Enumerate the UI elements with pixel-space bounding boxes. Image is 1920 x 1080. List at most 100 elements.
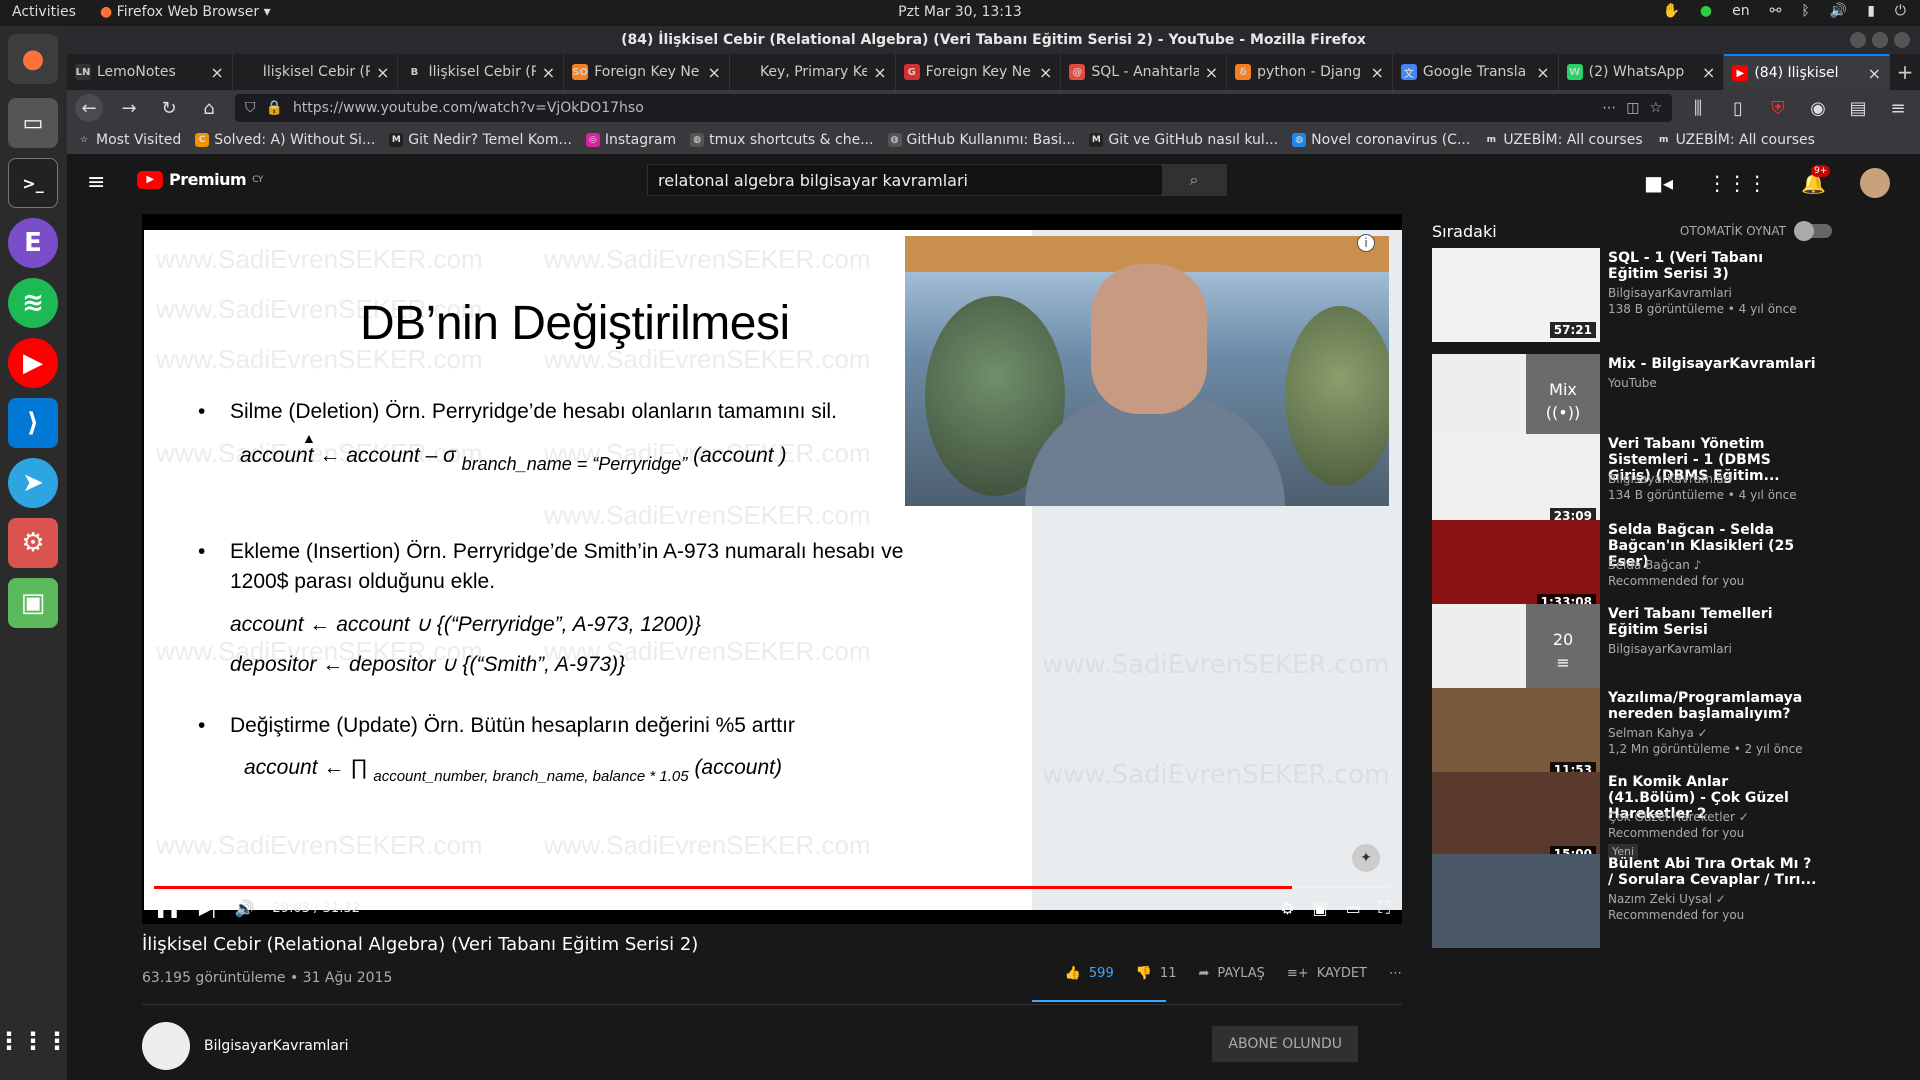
recommended-title[interactable]: Veri Tabanı Temelleri Eğitim Serisi: [1608, 606, 1818, 638]
video-thumbnail[interactable]: 23:09: [1432, 434, 1600, 528]
tab-close-icon[interactable]: ×: [1370, 63, 1383, 82]
clock[interactable]: Pzt Mar 30, 13:13: [0, 4, 1920, 20]
create-video-icon[interactable]: ■◂: [1644, 171, 1673, 195]
dislike-button[interactable]: 👎 11: [1136, 966, 1177, 981]
bookmark-item[interactable]: ☆ Most Visited: [77, 132, 181, 148]
firefox-launcher-icon[interactable]: ●: [8, 34, 58, 84]
recommended-title[interactable]: SQL - 1 (Veri Tabanı Eğitim Serisi 3): [1608, 250, 1818, 282]
show-apps-icon[interactable]: ⋮⋮⋮: [0, 1016, 69, 1066]
browser-tab[interactable]: B İlişkisel Cebir (R ×: [398, 54, 565, 90]
bookmark-item[interactable]: ◍ Novel coronavirus (C...: [1292, 132, 1470, 148]
pause-icon[interactable]: ❚❚: [154, 899, 181, 918]
recommended-video[interactable]: 23:09 Veri Tabanı Yönetim Sistemleri - 1 …: [1432, 434, 1832, 530]
bookmark-item[interactable]: M Git Nedir? Temel Kom...: [389, 132, 572, 148]
library-icon[interactable]: ⫼: [1684, 94, 1712, 122]
recommended-title[interactable]: Bülent Abi Tıra Ortak Mı ? / Sorulara Ce…: [1608, 856, 1818, 888]
back-button[interactable]: ←: [75, 94, 103, 122]
video-thumbnail[interactable]: 15:00: [1432, 772, 1600, 866]
recommended-video[interactable]: 11:53 Yazılıma/Programlamaya nereden başl…: [1432, 688, 1832, 784]
page-actions-icon[interactable]: ⋯: [1602, 100, 1616, 116]
vscode-launcher-icon[interactable]: ⟩: [8, 398, 58, 448]
bookmark-item[interactable]: ◍ GitHub Kullanımı: Basi...: [887, 132, 1075, 148]
volume-icon[interactable]: 🔊: [1830, 3, 1847, 19]
search-input[interactable]: [648, 165, 1162, 195]
tab-close-icon[interactable]: ×: [873, 63, 886, 82]
recommended-channel[interactable]: Selman Kahya ✓: [1608, 726, 1708, 740]
video-player[interactable]: www.SadiEvrenSEKER.com www.SadiEvrenSEKE…: [142, 214, 1402, 924]
home-button[interactable]: ⌂: [195, 94, 223, 122]
browser-tab[interactable]: @ SQL - Anahtarla ×: [1061, 54, 1228, 90]
new-tab-button[interactable]: +: [1890, 54, 1920, 90]
url-text[interactable]: https://www.youtube.com/watch?v=VjOkDO17…: [293, 100, 1592, 116]
next-icon[interactable]: ▶|: [199, 899, 217, 918]
bookmark-item[interactable]: m UZEBİM: All courses: [1656, 132, 1815, 148]
tab-close-icon[interactable]: ×: [708, 63, 721, 82]
channel-watermark-logo-icon[interactable]: ✦: [1352, 844, 1380, 872]
apps-grid-icon[interactable]: ⋮⋮⋮: [1707, 171, 1767, 195]
bookmark-item[interactable]: M Git ve GitHub nasıl kul...: [1089, 132, 1278, 148]
video-thumbnail[interactable]: 57:21: [1432, 248, 1600, 342]
fullscreen-icon[interactable]: ⛶: [1379, 898, 1390, 918]
browser-tab[interactable]: δ python - Djang ×: [1227, 54, 1393, 90]
activities-button[interactable]: Activities: [12, 4, 76, 20]
pocket-icon[interactable]: ◫: [1626, 100, 1639, 116]
tab-close-icon[interactable]: ×: [1039, 63, 1052, 82]
telegram-launcher-icon[interactable]: ➤: [8, 458, 58, 508]
video-thumbnail[interactable]: 11:53: [1432, 688, 1600, 782]
screenshot-launcher-icon[interactable]: ▣: [8, 578, 58, 628]
save-button[interactable]: ≡+ KAYDET: [1287, 966, 1367, 981]
tab-close-icon[interactable]: ×: [542, 63, 555, 82]
video-thumbnail[interactable]: 20 ≡: [1432, 604, 1600, 698]
browser-tab[interactable]: LN LemoNotes ×: [67, 54, 233, 90]
share-button[interactable]: ➦ PAYLAŞ: [1198, 966, 1264, 981]
shield-icon[interactable]: ⛉: [245, 100, 256, 116]
minimize-button[interactable]: [1850, 32, 1866, 48]
recommended-channel[interactable]: BilgisayarKavramlari: [1608, 642, 1732, 656]
youtube-launcher-icon[interactable]: ▶: [8, 338, 58, 388]
recommended-channel[interactable]: YouTube: [1608, 376, 1657, 390]
close-window-button[interactable]: [1894, 32, 1910, 48]
forward-button[interactable]: →: [115, 94, 143, 122]
recommended-title[interactable]: Yazılıma/Programlamaya nereden başlamalı…: [1608, 690, 1818, 722]
files-launcher-icon[interactable]: ▭: [8, 98, 58, 148]
browser-tab[interactable]: W (2) WhatsApp ×: [1559, 54, 1725, 90]
tab-close-icon[interactable]: ×: [1702, 63, 1715, 82]
recommended-channel[interactable]: Nazım Zeki Uysal ✓: [1608, 892, 1726, 906]
app-menu[interactable]: ● Firefox Web Browser ▾: [100, 4, 271, 20]
recommended-video[interactable]: 1:33:08 Selda Bağcan - Selda Bağcan'ın Kl…: [1432, 520, 1832, 616]
bookmark-item[interactable]: ◍ tmux shortcuts & che...: [690, 132, 874, 148]
browser-tab[interactable]: İlişkisel Cebir (Rela ×: [233, 54, 399, 90]
extension-icon[interactable]: ▤: [1844, 94, 1872, 122]
recommended-video[interactable]: Bülent Abi Tıra Ortak Mı ? / Sorulara Ce…: [1432, 854, 1832, 950]
search-button[interactable]: ⌕: [1162, 165, 1226, 195]
account-icon[interactable]: ◉: [1804, 94, 1832, 122]
tab-close-icon[interactable]: ×: [1868, 64, 1881, 83]
browser-tab[interactable]: G Foreign Key Ne ×: [896, 54, 1062, 90]
autoplay-toggle[interactable]: [1794, 221, 1832, 241]
progress-bar[interactable]: [154, 886, 1390, 889]
recommended-channel[interactable]: BilgisayarKavramlari: [1608, 472, 1732, 486]
tab-close-icon[interactable]: ×: [1205, 63, 1218, 82]
terminal-launcher-icon[interactable]: >_: [8, 158, 58, 208]
hamburger-menu-icon[interactable]: ≡: [87, 170, 105, 195]
status-icon[interactable]: ●: [1700, 3, 1712, 19]
tab-close-icon[interactable]: ×: [376, 63, 389, 82]
spotify-launcher-icon[interactable]: ≋: [8, 278, 58, 328]
tab-close-icon[interactable]: ×: [210, 63, 223, 82]
lock-icon[interactable]: 🔒: [266, 100, 283, 116]
menu-icon[interactable]: ≡: [1884, 94, 1912, 122]
bookmark-star-icon[interactable]: ☆: [1649, 100, 1662, 116]
reload-button[interactable]: ↻: [155, 94, 183, 122]
settings-gear-icon[interactable]: ⚙: [1280, 899, 1294, 918]
notifications-bell-icon[interactable]: 🔔 9+: [1801, 165, 1831, 195]
bookmark-item[interactable]: C Solved: A) Without Si...: [195, 132, 375, 148]
volume-icon[interactable]: 🔊: [235, 899, 255, 918]
settings-launcher-icon[interactable]: ⚙: [8, 518, 58, 568]
language-indicator[interactable]: en: [1732, 3, 1750, 19]
url-bar[interactable]: ⛉ 🔒 https://www.youtube.com/watch?v=VjOk…: [235, 94, 1672, 122]
ublock-icon[interactable]: ⛨: [1764, 94, 1792, 122]
emacs-launcher-icon[interactable]: E: [8, 218, 58, 268]
avatar[interactable]: [1860, 168, 1890, 198]
like-button[interactable]: 👍 599: [1065, 966, 1114, 981]
recommended-channel[interactable]: Çok Güzel Hareketler ✓: [1608, 810, 1749, 824]
